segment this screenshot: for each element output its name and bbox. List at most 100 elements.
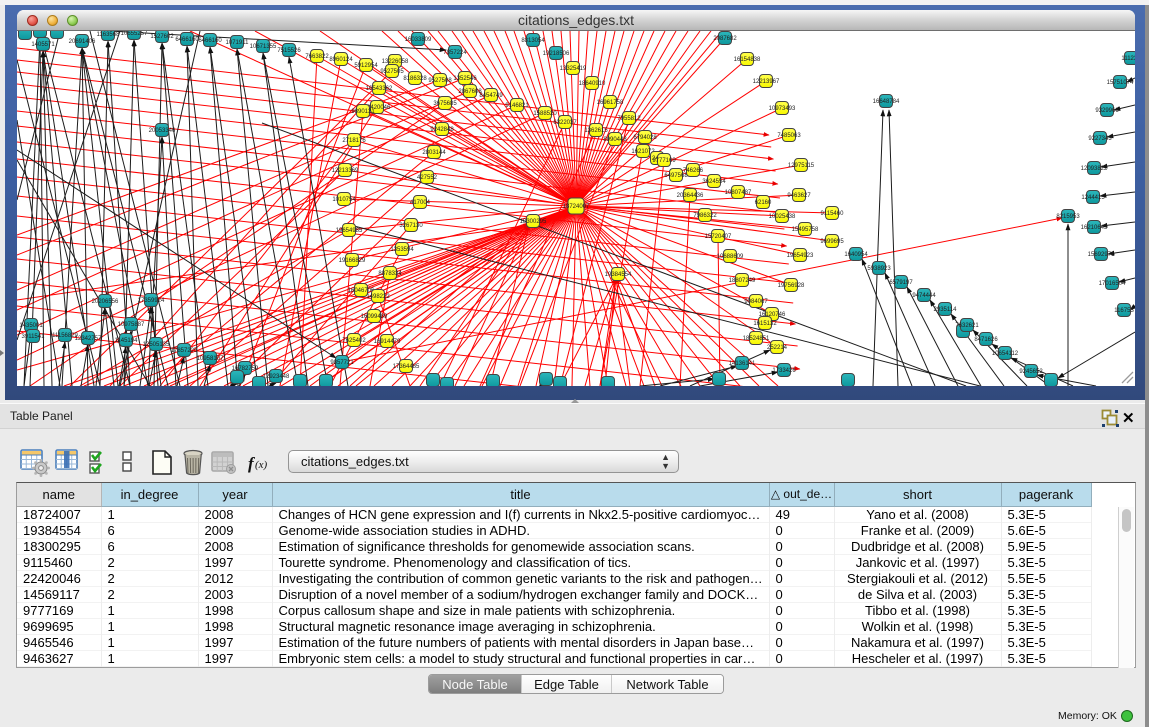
svg-text:7986322: 7986322: [693, 213, 717, 219]
svg-text:8186328: 8186328: [403, 76, 427, 82]
svg-text:18300295: 18300295: [520, 219, 547, 225]
svg-text:2935114: 2935114: [934, 307, 958, 313]
svg-text:9777169: 9777169: [652, 158, 676, 164]
svg-text:15751074: 15751074: [1107, 80, 1134, 86]
svg-text:18807249: 18807249: [729, 278, 756, 284]
svg-text:1362615: 1362615: [584, 128, 608, 134]
svg-text:19384554: 19384554: [605, 272, 632, 278]
svg-text:10975887: 10975887: [118, 322, 145, 328]
svg-text:8215953: 8215953: [1056, 214, 1080, 220]
svg-text:7663822: 7663822: [305, 54, 329, 60]
svg-text:9115460: 9115460: [821, 211, 845, 217]
svg-text:9227343: 9227343: [1088, 136, 1112, 142]
svg-text:6579197: 6579197: [889, 280, 913, 286]
svg-text:19756928: 19756928: [778, 283, 805, 289]
svg-text:7632621: 7632621: [955, 323, 979, 329]
svg-text:16648784: 16648784: [873, 99, 900, 105]
svg-text:16099489: 16099489: [361, 314, 388, 320]
svg-text:7857224: 7857224: [443, 50, 467, 56]
svg-text:10958107: 10958107: [197, 356, 224, 362]
svg-text:19654985: 19654985: [336, 228, 363, 234]
svg-text:10655257: 10655257: [121, 31, 148, 37]
svg-text:1352546: 1352546: [453, 76, 477, 82]
svg-text:1071911: 1071911: [226, 40, 250, 46]
svg-text:1405571: 1405571: [31, 42, 55, 48]
svg-text:9890131: 9890131: [351, 109, 375, 115]
svg-text:1615132: 1615132: [753, 321, 777, 327]
svg-text:1010754: 1010754: [332, 197, 356, 203]
svg-text:18524851: 18524851: [743, 336, 770, 342]
svg-text:16033809: 16033809: [405, 37, 432, 43]
svg-text:1435001: 1435001: [19, 323, 43, 329]
svg-text:1498222: 1498222: [366, 294, 390, 300]
svg-text:6466160: 6466160: [198, 38, 222, 44]
svg-text:8471626: 8471626: [974, 337, 998, 343]
svg-text:6794028: 6794028: [633, 135, 657, 141]
svg-text:1588520: 1588520: [533, 111, 557, 117]
svg-text:5938923: 5938923: [867, 266, 891, 272]
svg-text:12213967: 12213967: [753, 79, 780, 85]
svg-text:20691406: 20691406: [69, 39, 96, 45]
svg-text:1163568: 1163568: [97, 32, 121, 38]
svg-text:3267130: 3267130: [399, 223, 423, 229]
svg-text:16914479: 16914479: [374, 339, 401, 345]
svg-text:20053346: 20053346: [149, 128, 176, 134]
svg-text:12923448: 12923448: [263, 374, 290, 380]
svg-text:1244415: 1244415: [1081, 195, 1105, 201]
svg-text:9474444: 9474444: [912, 293, 936, 299]
svg-text:13325419: 13325419: [560, 66, 587, 72]
svg-text:19166829: 19166829: [339, 258, 366, 264]
svg-text:16543362: 16543362: [366, 86, 393, 92]
svg-text:9146821: 9146821: [505, 103, 529, 109]
svg-text:9527508: 9527508: [428, 78, 452, 84]
svg-text:16154838: 16154838: [734, 57, 761, 63]
svg-text:17016504: 17016504: [1099, 281, 1126, 287]
svg-text:1640954: 1640954: [844, 252, 868, 258]
svg-text:7625402: 7625402: [342, 338, 366, 344]
svg-text:(x): (x): [255, 459, 268, 471]
svg-text:15692971: 15692971: [1088, 252, 1115, 258]
svg-text:15495758: 15495758: [792, 227, 819, 233]
svg-text:16961758: 16961758: [597, 100, 624, 106]
svg-text:8878334: 8878334: [378, 271, 402, 277]
svg-text:17364485: 17364485: [393, 364, 420, 370]
svg-text:2803144: 2803144: [422, 150, 446, 156]
svg-text:2718176: 2718176: [342, 138, 366, 144]
svg-text:10654112: 10654112: [992, 351, 1019, 357]
svg-text:10025438: 10025438: [769, 214, 796, 220]
svg-text:9857721: 9857721: [330, 360, 354, 366]
svg-text:1353594: 1353594: [390, 247, 414, 253]
svg-text:9242848: 9242848: [430, 127, 454, 133]
svg-text:9084067: 9084067: [744, 299, 768, 305]
svg-text:10671355: 10671355: [250, 44, 277, 50]
svg-text:3675685: 3675685: [433, 101, 457, 107]
svg-text:9699695: 9699695: [820, 239, 844, 245]
svg-text:20364436: 20364436: [677, 193, 704, 199]
svg-text:9527505: 9527505: [380, 69, 404, 75]
svg-text:9245652: 9245652: [1019, 369, 1043, 375]
svg-text:12342757: 12342757: [75, 336, 102, 342]
svg-text:12975115: 12975115: [788, 163, 815, 169]
svg-text:12093822: 12093822: [1081, 166, 1108, 172]
svg-text:5912954: 5912954: [354, 63, 378, 69]
svg-text:8813054: 8813054: [521, 38, 545, 44]
svg-text:17359924: 17359924: [138, 298, 165, 304]
svg-text:8990448: 8990448: [603, 137, 627, 143]
svg-text:1733426: 1733426: [772, 368, 796, 374]
svg-text:17857225: 17857225: [171, 348, 198, 354]
svg-text:7485063: 7485063: [777, 133, 801, 139]
svg-text:8454749: 8454749: [479, 93, 503, 99]
svg-text:19654923: 19654923: [787, 253, 814, 259]
svg-text:3911541: 3911541: [22, 334, 46, 340]
svg-text:8960124: 8960124: [329, 57, 353, 63]
svg-text:9329966: 9329966: [1095, 108, 1119, 114]
svg-text:19218506: 19218506: [543, 51, 570, 57]
svg-text:14136141: 14136141: [729, 361, 756, 367]
svg-text:1145194: 1145194: [115, 338, 139, 344]
svg-text:12505135: 12505135: [143, 342, 170, 348]
svg-text:7515526: 7515526: [277, 48, 301, 54]
svg-text:1527602: 1527602: [150, 34, 174, 40]
svg-text:10973493: 10973493: [769, 106, 796, 112]
svg-text:16210643: 16210643: [1081, 225, 1108, 231]
svg-text:62160: 62160: [755, 200, 772, 206]
